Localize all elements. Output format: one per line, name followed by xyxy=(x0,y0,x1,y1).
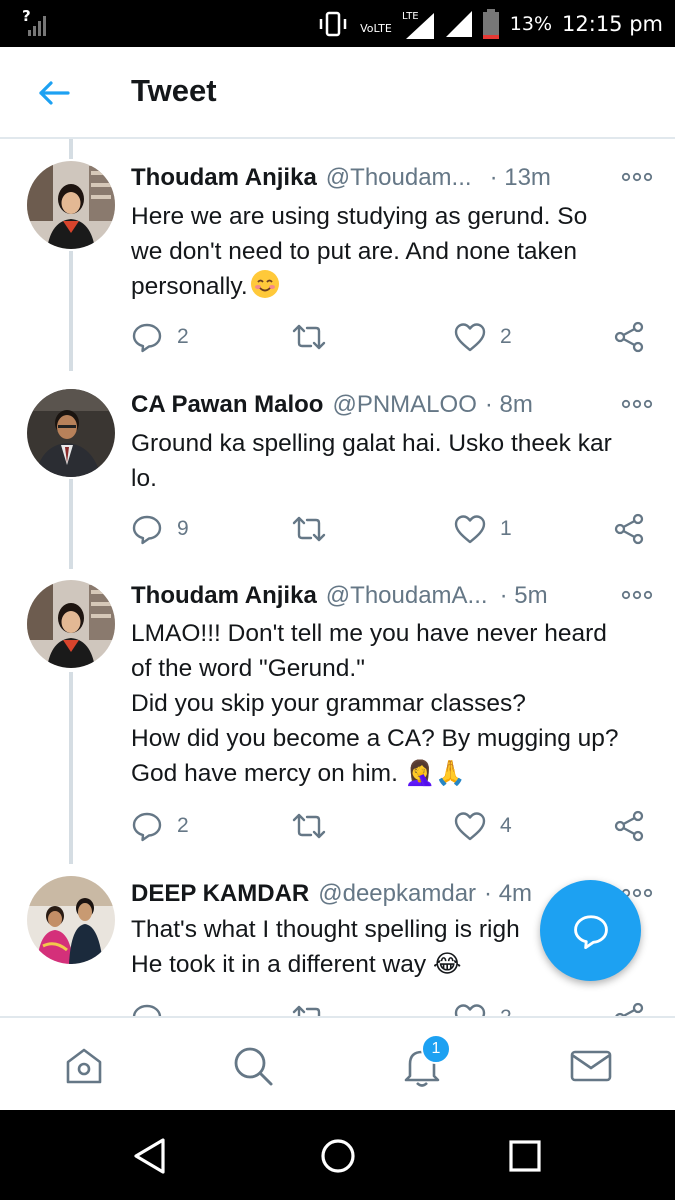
retweet-icon xyxy=(292,324,326,350)
status-bar: ? VoLTE LTE 13% 12:15 pm xyxy=(0,0,675,47)
reply-bubble-icon xyxy=(573,914,608,949)
tweet-time: 8m xyxy=(485,391,533,419)
more-options-icon[interactable] xyxy=(621,165,653,189)
like-count: 2 xyxy=(500,1006,512,1016)
more-options-icon[interactable] xyxy=(621,392,653,416)
top-bar: Tweet xyxy=(0,47,675,139)
author-handle[interactable]: @PNMALOO xyxy=(332,391,476,419)
reply-count: 2 xyxy=(177,814,189,837)
reply-count: 9 xyxy=(177,517,189,540)
retweet-icon xyxy=(292,1005,321,1016)
tweet-time: 5m xyxy=(500,582,547,610)
author-name[interactable]: CA Pawan Maloo xyxy=(131,391,323,419)
share-icon xyxy=(614,321,644,353)
more-options-icon[interactable] xyxy=(621,583,653,607)
heart-icon xyxy=(454,1004,486,1016)
heart-icon xyxy=(454,515,486,544)
like-count: 1 xyxy=(500,517,512,540)
reply-count: 2 xyxy=(177,325,189,348)
battery-percent: 13% xyxy=(509,12,553,35)
home-icon[interactable] xyxy=(62,1044,106,1088)
like-button[interactable]: 2 xyxy=(454,1000,512,1016)
avatar[interactable] xyxy=(27,580,115,668)
reply-icon xyxy=(132,1004,162,1016)
avatar[interactable] xyxy=(27,161,115,249)
retweet-button[interactable] xyxy=(291,1000,327,1016)
compose-reply-button[interactable] xyxy=(540,880,641,981)
vibrate-icon xyxy=(319,11,347,36)
system-nav-bar xyxy=(0,1110,675,1200)
recents-square-icon[interactable] xyxy=(505,1136,545,1176)
reply-icon xyxy=(132,323,162,353)
heart-icon xyxy=(454,812,486,841)
retweet-button[interactable] xyxy=(291,319,327,355)
cell-signal-icon xyxy=(445,10,472,37)
tweet-actions: 2 4 xyxy=(131,808,651,844)
reply-button[interactable]: 9 xyxy=(131,511,189,547)
share-icon xyxy=(614,810,644,842)
back-arrow-icon[interactable] xyxy=(34,75,74,111)
author-handle[interactable]: @deepkamdar xyxy=(318,880,476,908)
avatar[interactable] xyxy=(27,876,115,964)
messages-icon[interactable] xyxy=(569,1044,613,1088)
bottom-nav: 1 xyxy=(0,1016,675,1110)
clock: 12:15 pm xyxy=(562,11,663,36)
share-icon xyxy=(614,513,644,545)
share-button[interactable] xyxy=(613,319,645,355)
volte-label: VoLTE xyxy=(360,22,392,35)
tweet[interactable]: Thoudam Anjika @Thoudam... 13m Here we a… xyxy=(0,139,675,371)
avatar[interactable] xyxy=(27,389,115,477)
author-name[interactable]: Thoudam Anjika xyxy=(131,164,317,192)
search-icon[interactable] xyxy=(231,1044,275,1088)
retweet-button[interactable] xyxy=(291,511,327,547)
heart-icon xyxy=(454,323,486,352)
smiling-face-emoji xyxy=(250,270,279,298)
author-name[interactable]: Thoudam Anjika xyxy=(131,582,317,610)
retweet-icon xyxy=(292,813,326,839)
tweet[interactable]: CA Pawan Maloo @PNMALOO 8m Ground ka spe… xyxy=(0,371,675,566)
tweet-text: Ground ka spelling galat hai. Usko theek… xyxy=(131,430,612,492)
page-title: Tweet xyxy=(131,73,217,108)
reply-button[interactable]: 2 xyxy=(131,808,189,844)
like-count: 2 xyxy=(500,325,512,348)
reply-button[interactable]: 2 xyxy=(131,319,189,355)
reply-button[interactable] xyxy=(131,1000,163,1016)
lte-signal-icon: LTE xyxy=(402,11,434,39)
share-button[interactable] xyxy=(613,808,645,844)
tweet-time: 13m xyxy=(490,164,551,192)
share-button[interactable] xyxy=(613,1000,645,1016)
share-button[interactable] xyxy=(613,511,645,547)
author-handle[interactable]: @Thoudam... xyxy=(326,164,472,192)
like-button[interactable]: 2 xyxy=(454,319,512,355)
like-button[interactable]: 4 xyxy=(454,808,512,844)
no-signal-icon: ? xyxy=(22,8,46,36)
tweet-time: 4m xyxy=(484,880,532,908)
share-icon xyxy=(615,1002,644,1016)
battery-icon xyxy=(482,8,499,39)
author-name[interactable]: DEEP KAMDAR xyxy=(131,880,309,908)
tweet-text: LMAO!!! Don't tell me you have never hea… xyxy=(131,620,619,787)
back-triangle-icon[interactable] xyxy=(130,1136,170,1176)
svg-text:?: ? xyxy=(22,8,31,25)
reply-icon xyxy=(132,515,162,545)
like-count: 4 xyxy=(500,814,512,837)
like-button[interactable]: 1 xyxy=(454,511,512,547)
reply-icon xyxy=(132,812,162,842)
notification-badge: 1 xyxy=(421,1034,451,1064)
retweet-button[interactable] xyxy=(291,808,327,844)
author-handle[interactable]: @ThoudamA... xyxy=(326,582,488,610)
home-circle-icon[interactable] xyxy=(318,1136,358,1176)
retweet-icon xyxy=(292,516,326,542)
tweet-text: Here we are using studying as gerund. So… xyxy=(131,203,588,300)
svg-text:LTE: LTE xyxy=(402,11,419,22)
